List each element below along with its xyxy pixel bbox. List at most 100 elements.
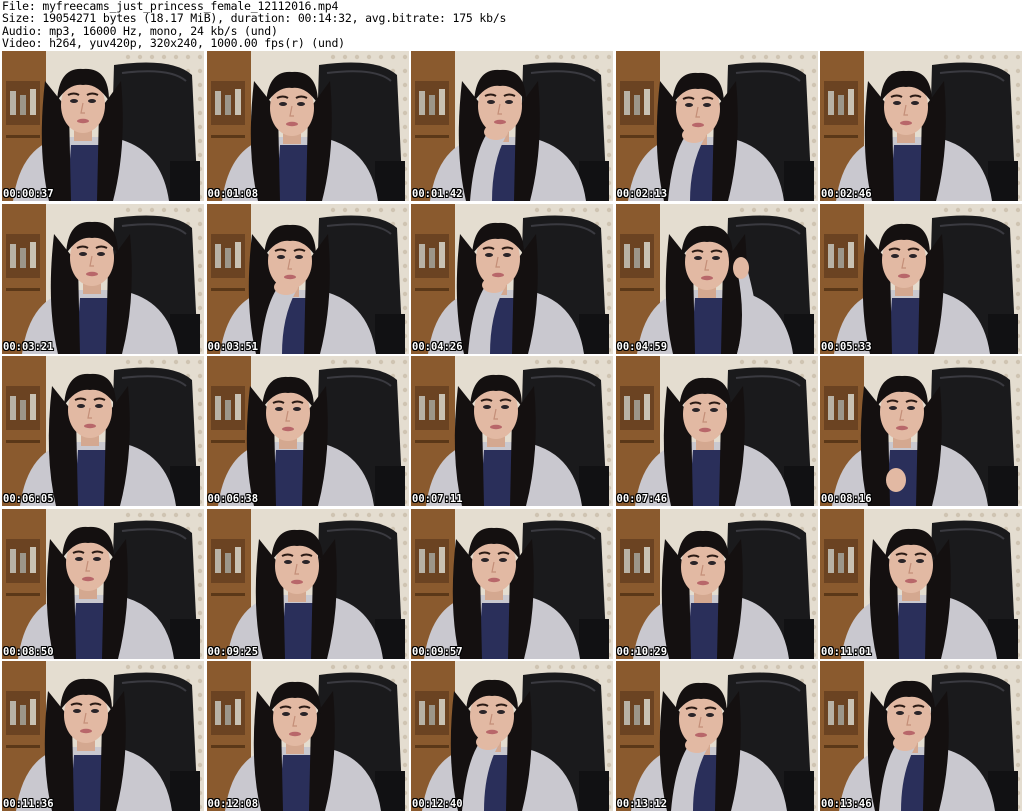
frame-image [615,51,818,201]
frame-image [615,356,818,506]
webcam-scene-graphic [2,203,204,354]
frame-image [206,51,409,201]
frame-image [206,356,409,506]
webcam-scene-graphic [820,661,1022,811]
webcam-scene-graphic [2,661,204,811]
video-frame-thumbnail: 00:11:01 [820,508,1022,659]
video-frame-thumbnail: 00:12:40 [411,661,613,811]
video-frame-thumbnail: 00:07:11 [411,356,613,506]
video-frame-thumbnail: 00:13:12 [615,661,818,811]
frame-image [615,203,818,354]
frame-image [820,661,1022,811]
frame-timestamp: 00:07:11 [412,493,463,505]
frame-timestamp: 00:01:08 [207,188,259,200]
video-frame-thumbnail: 00:07:46 [615,356,818,506]
webcam-scene-graphic [206,203,409,354]
frame-timestamp: 00:03:21 [3,340,54,353]
video-frame-thumbnail: 00:09:57 [411,508,613,659]
video-frame-thumbnail: 00:03:51 [206,203,409,354]
frame-timestamp: 00:02:46 [821,188,872,200]
frame-timestamp: 00:00:37 [3,188,54,200]
webcam-scene-graphic [411,508,613,659]
webcam-scene-graphic [615,356,818,506]
frame-image [820,203,1022,354]
webcam-scene-graphic [820,51,1022,201]
video-frame-thumbnail: 00:06:05 [2,356,204,506]
frame-timestamp: 00:07:46 [616,493,668,505]
frame-image [206,661,409,811]
frame-image [615,661,818,811]
frame-image [2,51,204,201]
video-frame-thumbnail: 00:09:25 [206,508,409,659]
video-frame-thumbnail: 00:00:37 [2,51,204,201]
frame-timestamp: 00:08:16 [821,493,872,505]
video-frame-thumbnail: 00:12:08 [206,661,409,811]
webcam-scene-graphic [206,508,409,659]
webcam-scene-graphic [411,661,613,811]
thumbnail-grid: 00:00:37 00:01:08 00:01:42 00:02:13 00:02:46… [2,51,1022,811]
video-frame-thumbnail: 00:01:42 [411,51,613,201]
frame-timestamp: 00:04:59 [616,340,668,353]
webcam-scene-graphic [820,203,1022,354]
frame-timestamp: 00:03:51 [207,340,259,353]
video-frame-thumbnail: 00:08:16 [820,356,1022,506]
frame-timestamp: 00:09:25 [207,645,259,658]
frame-image [2,356,204,506]
frame-timestamp: 00:01:42 [412,188,463,200]
video-frame-thumbnail: 00:02:13 [615,51,818,201]
webcam-scene-graphic [206,356,409,506]
frame-timestamp: 00:08:50 [3,645,54,658]
webcam-scene-graphic [411,203,613,354]
frame-image [411,203,613,354]
frame-timestamp: 00:12:08 [207,798,259,810]
webcam-scene-graphic [2,356,204,506]
frame-timestamp: 00:11:36 [3,798,54,810]
video-frame-thumbnail: 00:03:21 [2,203,204,354]
frame-timestamp: 00:13:46 [821,798,872,810]
video-frame-thumbnail: 00:02:46 [820,51,1022,201]
video-frame-thumbnail: 00:04:59 [615,203,818,354]
frame-image [411,51,613,201]
webcam-scene-graphic [820,356,1022,506]
frame-timestamp: 00:05:33 [821,340,872,353]
video-frame-thumbnail: 00:11:36 [2,661,204,811]
webcam-scene-graphic [2,51,204,201]
video-frame-thumbnail: 00:10:29 [615,508,818,659]
video-frame-thumbnail: 00:08:50 [2,508,204,659]
frame-timestamp: 00:11:01 [821,645,872,658]
frame-timestamp: 00:02:13 [616,188,668,200]
webcam-scene-graphic [615,661,818,811]
webcam-scene-graphic [411,356,613,506]
webcam-scene-graphic [615,51,818,201]
webcam-scene-graphic [820,508,1022,659]
frame-image [2,661,204,811]
video-frame-thumbnail: 00:04:26 [411,203,613,354]
video-frame-thumbnail: 00:01:08 [206,51,409,201]
frame-image [2,203,204,354]
frame-image [615,508,818,659]
frame-image [411,661,613,811]
webcam-scene-graphic [615,203,818,354]
frame-image [820,508,1022,659]
webcam-scene-graphic [206,661,409,811]
video-info-line: Video: h264, yuv420p, 320x240, 1000.00 f… [2,35,345,50]
webcam-scene-graphic [206,51,409,201]
frame-image [206,508,409,659]
frame-timestamp: 00:10:29 [616,645,668,658]
video-frame-thumbnail: 00:05:33 [820,203,1022,354]
webcam-scene-graphic [411,51,613,201]
file-info-header: File: myfreecams_just_princess_female_12… [2,0,1022,50]
video-frame-thumbnail: 00:06:38 [206,356,409,506]
frame-timestamp: 00:12:40 [412,798,463,810]
frame-timestamp: 00:09:57 [412,645,463,658]
video-frame-thumbnail: 00:13:46 [820,661,1022,811]
frame-timestamp: 00:06:38 [207,493,259,505]
frame-timestamp: 00:13:12 [616,798,668,810]
webcam-scene-graphic [615,508,818,659]
frame-image [2,508,204,659]
file-size-line: Size: 19054271 bytes (18.17 MiB), durati… [2,11,507,26]
frame-image [411,356,613,506]
webcam-scene-graphic [2,508,204,659]
frame-image [820,356,1022,506]
frame-timestamp: 00:04:26 [412,340,463,353]
